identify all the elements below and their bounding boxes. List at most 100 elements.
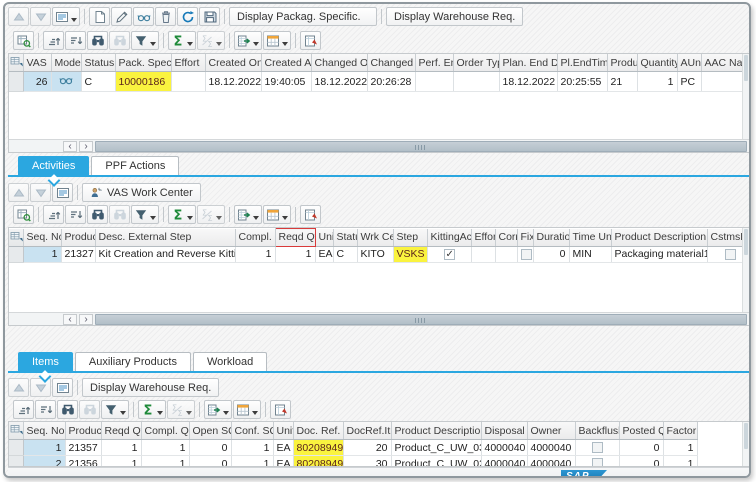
column-header[interactable]: Owner [527,422,576,440]
dropdown-arrow-icon[interactable] [282,42,288,46]
grid-cell[interactable]: 0 [619,439,664,456]
export-button[interactable] [234,205,262,224]
sum-button[interactable]: Σ [168,205,196,224]
display-packag-specific-button[interactable]: Display Packag. Specific. [229,7,377,26]
grid-cell[interactable]: 1 [23,439,66,456]
grid-cell[interactable]: 1 [663,455,698,466]
select-all-corner[interactable] [9,54,24,72]
column-header[interactable]: Created At [261,54,312,72]
grid-cell[interactable]: 20:25:55 [557,71,608,92]
column-header[interactable]: Product [65,422,102,440]
up-arrow-button[interactable] [8,378,29,397]
column-header[interactable]: Unit [273,422,294,440]
grid-cell[interactable]: 18.12.2022 [205,71,262,92]
column-header[interactable]: Seq. No. [23,422,66,440]
find-next-button[interactable] [79,400,100,419]
column-header[interactable]: Changed On [311,54,368,72]
grid-cell[interactable]: 21356 [65,455,102,466]
grid-cell[interactable] [517,246,534,263]
scroll-left-button[interactable]: ‹ [63,140,77,152]
grid-cell[interactable]: 10000186 [115,71,172,92]
grid-cell[interactable]: 1 [275,246,316,263]
column-header[interactable]: Seq. No. [23,228,62,247]
grid-cell[interactable]: 21327 [61,246,96,263]
grid-cell[interactable]: 1 [663,439,698,456]
find-next-button[interactable] [109,31,130,50]
scroll-right-button[interactable]: › [79,313,93,325]
details-view-button[interactable] [52,7,80,26]
grid-cell[interactable] [51,71,82,92]
select-all-corner[interactable] [9,228,24,247]
column-header[interactable]: Order Type [453,54,500,72]
sum-button[interactable]: Σ [138,400,166,419]
dropdown-arrow-icon[interactable] [71,18,77,22]
tab-items[interactable]: Items [18,352,73,371]
column-header[interactable]: Pl.EndTime [557,54,608,72]
grid-cell[interactable]: Packaging material1 [611,246,708,263]
column-header[interactable]: Compl. Qty [235,228,276,247]
dropdown-arrow-icon[interactable] [150,42,156,46]
column-header[interactable]: Wrk Center [357,228,394,247]
tab-activities[interactable]: Activities [18,156,90,175]
column-header[interactable]: AUn [677,54,702,72]
column-header[interactable]: Doc. Ref. [293,422,344,440]
grid-cell[interactable]: 26 [23,71,52,92]
subtotal-button[interactable]: ΣΣ [197,31,225,50]
export-button[interactable] [234,31,262,50]
edit-pencil-button[interactable] [111,7,132,26]
column-header[interactable]: Pack. Spec. [115,54,172,72]
row-selector[interactable] [9,71,24,92]
dropdown-arrow-icon[interactable] [186,411,192,415]
dropdown-arrow-icon[interactable] [252,411,258,415]
grid-cell[interactable]: 0 [189,455,232,466]
details-view-button[interactable] [52,378,73,397]
scroll-left-button[interactable]: ‹ [63,313,77,325]
column-header[interactable]: AAC Name [701,54,746,72]
grid-cell[interactable] [495,246,518,263]
display-warehouse-req-button-2[interactable]: Display Warehouse Req. [82,378,220,397]
grid-cell[interactable]: MIN [569,246,612,263]
grid-cell[interactable]: 4000040 [527,455,576,466]
column-header[interactable]: Conf. SQ [231,422,274,440]
down-arrow-button[interactable] [30,7,51,26]
column-header[interactable]: Product Description [391,422,482,440]
grid-cell[interactable]: 1 [141,439,190,456]
column-header[interactable]: Compl. Qty [141,422,190,440]
grid-cell[interactable]: 0 [619,455,664,466]
sort-ascending-button[interactable] [43,205,64,224]
row-selector[interactable] [9,455,24,466]
grid-cell[interactable]: 4000040 [481,455,528,466]
column-header[interactable]: Time Unit [569,228,612,247]
grid-cell[interactable] [453,71,500,92]
sort-descending-button[interactable] [65,205,86,224]
export-button[interactable] [204,400,232,419]
grid-cell[interactable]: 80208949 [293,455,344,466]
grid-cell[interactable]: 20:26:28 [367,71,416,92]
dropdown-arrow-icon[interactable] [150,216,156,220]
up-arrow-button[interactable] [8,183,29,202]
grid-cell[interactable]: 1 [101,455,142,466]
grid-cell[interactable]: 21 [607,71,638,92]
column-header[interactable]: Desc. External Step [95,228,236,247]
scrollbar-thumb[interactable] [95,313,747,325]
grid-cell[interactable] [171,71,206,92]
save-button[interactable] [199,7,220,26]
row-selector[interactable] [9,246,24,263]
column-header[interactable]: DocRef.Itm [343,422,392,440]
grid-cell[interactable] [415,71,454,92]
find-next-button[interactable] [109,205,130,224]
horizontal-scrollbar[interactable]: ‹ › [9,312,749,325]
column-header[interactable]: Perf. Ent. [415,54,454,72]
grid-cell[interactable]: 1 [231,455,274,466]
dropdown-arrow-icon[interactable] [253,216,259,220]
checkbox-unchecked[interactable] [591,442,603,454]
vertical-scrollbar[interactable] [742,54,749,139]
checkbox-unchecked[interactable] [591,458,603,466]
dropdown-arrow-icon[interactable] [120,411,126,415]
table-details-button[interactable] [13,31,34,50]
report-button[interactable] [300,205,321,224]
layout-button[interactable] [263,31,291,50]
grid-cell[interactable]: 0 [533,246,570,263]
column-header[interactable]: Created On [205,54,262,72]
column-header[interactable]: Effort [471,228,496,247]
